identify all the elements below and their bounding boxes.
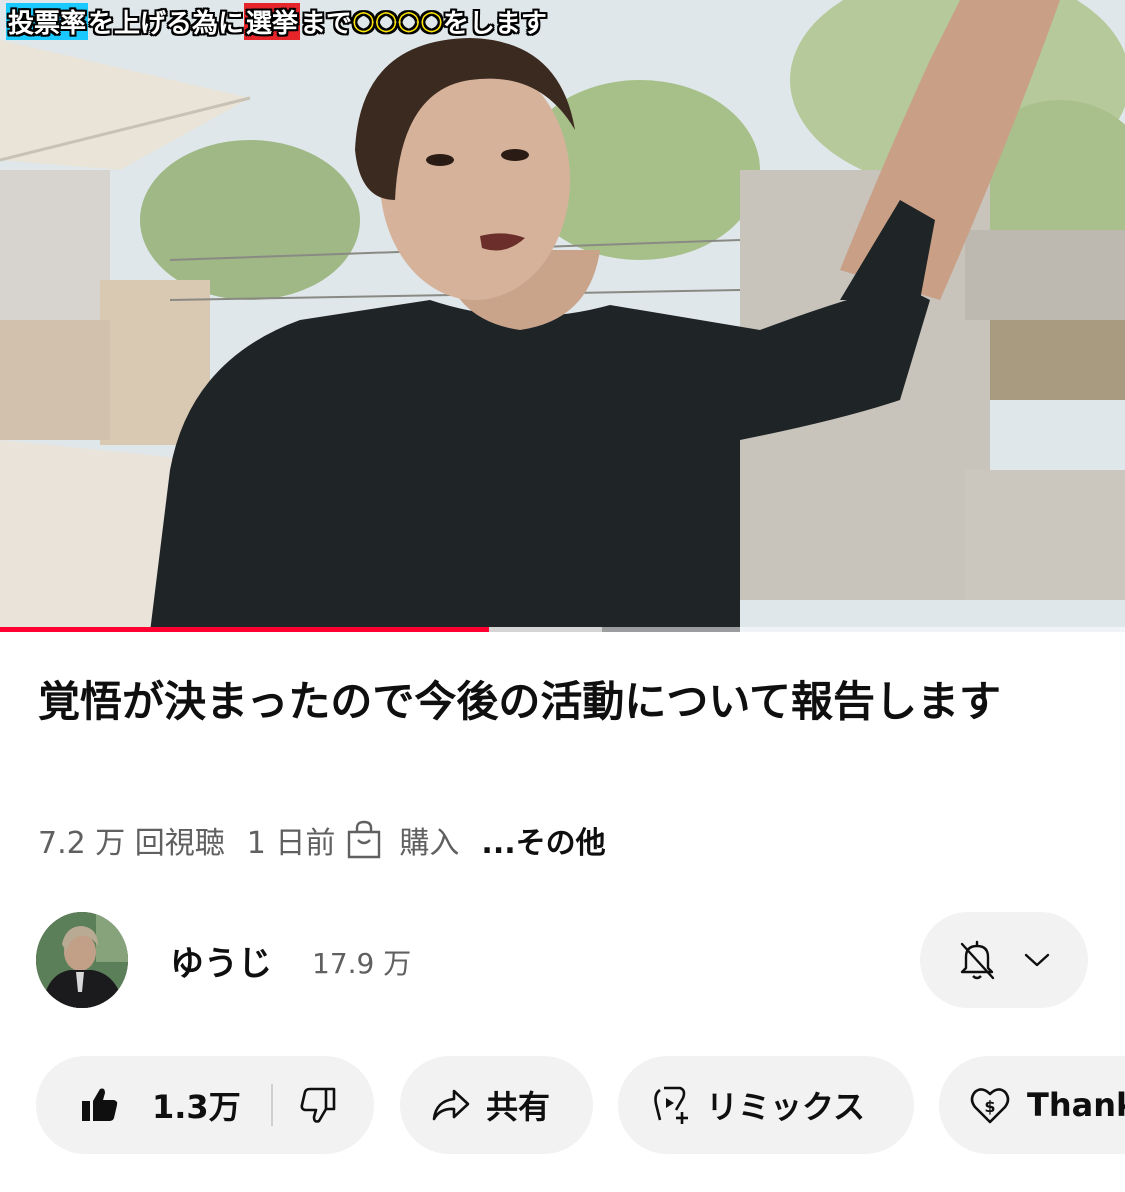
video-player[interactable]: 投票率 を上げる為に 選挙 まで ○○○○ をします bbox=[0, 0, 1125, 632]
thanks-label: Thanks bbox=[1027, 1086, 1125, 1124]
more-link[interactable]: ...その他 bbox=[481, 818, 605, 862]
video-metadata[interactable]: 7.2 万 回視聴 1 日前 購入 ...その他 bbox=[38, 818, 606, 862]
shopping-label: 購入 bbox=[399, 826, 460, 861]
video-details-panel: 覚悟が決まったので今後の活動について報告します 7.2 万 回視聴 1 日前 購… bbox=[0, 632, 1125, 1192]
caption-highlight-cyan: 投票率 bbox=[6, 2, 89, 40]
action-bar: 1.3万 共有 リミックス $ Than bbox=[36, 1056, 1125, 1154]
channel-row[interactable]: ゆうじ 17.9 万 bbox=[36, 912, 1096, 1008]
thumbs-up-icon[interactable] bbox=[80, 1085, 120, 1125]
like-dislike-group: 1.3万 bbox=[36, 1056, 374, 1154]
upload-age: 1 日前 bbox=[246, 826, 336, 861]
like-count[interactable]: 1.3万 bbox=[152, 1082, 241, 1128]
notification-settings-button[interactable] bbox=[920, 912, 1088, 1008]
channel-avatar[interactable] bbox=[36, 912, 128, 1008]
caption-text: まで bbox=[300, 8, 353, 39]
super-thanks-icon: $ bbox=[970, 1088, 1010, 1124]
view-count: 7.2 万 回視聴 bbox=[38, 826, 225, 861]
like-divider bbox=[270, 1084, 273, 1126]
svg-text:$: $ bbox=[984, 1097, 995, 1116]
share-label: 共有 bbox=[486, 1088, 551, 1126]
remix-button[interactable]: リミックス bbox=[618, 1056, 914, 1154]
channel-name[interactable]: ゆうじ bbox=[170, 936, 272, 985]
share-icon bbox=[432, 1089, 470, 1121]
subscriber-count: 17.9 万 bbox=[312, 947, 412, 980]
shopping-bag-icon bbox=[348, 820, 381, 859]
avatar-image bbox=[36, 912, 128, 1008]
thumbs-down-icon[interactable] bbox=[299, 1085, 339, 1125]
chevron-down-icon bbox=[1024, 953, 1050, 967]
remix-icon bbox=[654, 1086, 688, 1124]
share-button[interactable]: 共有 bbox=[400, 1056, 593, 1154]
video-title[interactable]: 覚悟が決まったので今後の活動について報告します bbox=[38, 672, 1088, 732]
thanks-button[interactable]: $ Thanks bbox=[939, 1056, 1125, 1154]
remix-label: リミックス bbox=[706, 1088, 866, 1126]
caption-highlight-red: 選挙 bbox=[244, 2, 301, 40]
video-caption-overlay: 投票率 を上げる為に 選挙 まで ○○○○ をします bbox=[6, 2, 547, 40]
caption-text: をします bbox=[442, 8, 547, 39]
video-frame bbox=[0, 0, 1125, 632]
caption-text: を上げる為に bbox=[88, 8, 245, 39]
caption-highlight-yellow: ○○○○ bbox=[352, 6, 443, 36]
bell-off-icon bbox=[960, 940, 995, 980]
